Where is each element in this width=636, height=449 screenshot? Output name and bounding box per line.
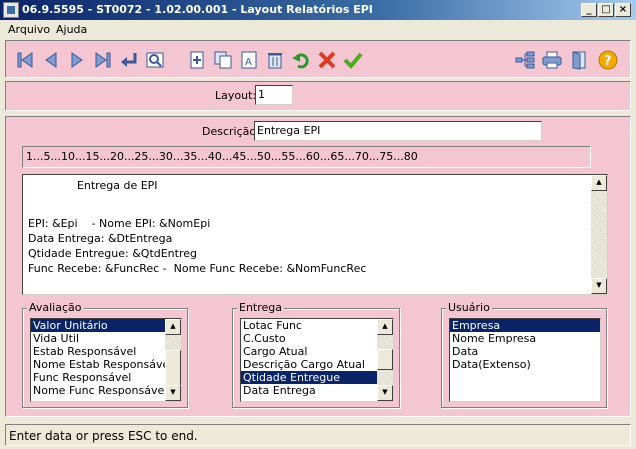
app-icon <box>3 2 19 18</box>
descricao-input[interactable]: Entrega EPI <box>254 121 542 141</box>
editor-line: EPI: &Epi - Nome EPI: &NomEpi <box>28 217 211 230</box>
scroll-down-icon[interactable]: ▼ <box>377 385 393 401</box>
scroll-up-icon[interactable]: ▲ <box>377 319 393 335</box>
list-item[interactable]: Valor Unitário <box>31 319 181 332</box>
editor-scrollbar[interactable]: ▲ ▼ <box>591 175 607 294</box>
entrega-group: Entrega Lotac Func C.Custo Cargo Atual D… <box>232 301 400 408</box>
scroll-down-icon[interactable]: ▼ <box>591 278 607 294</box>
usuario-title: Usuário <box>446 301 492 314</box>
avaliacao-listbox[interactable]: Valor Unitário Vida Util Estab Responsáv… <box>30 318 182 402</box>
preview-icon[interactable] <box>144 49 166 71</box>
cancel-x-icon[interactable] <box>316 49 338 71</box>
editor-line: Data Entrega: &DtEntrega <box>28 232 173 245</box>
list-item[interactable]: Nome Empresa <box>450 332 600 345</box>
print-icon[interactable] <box>541 49 563 71</box>
column-ruler: 1...5...10...15...20...25...30...35...40… <box>22 146 591 168</box>
copy-icon[interactable] <box>212 49 234 71</box>
layout-panel: Layout: 1 <box>5 81 631 111</box>
entrega-scrollbar[interactable]: ▲ ▼ <box>377 319 393 401</box>
window-title: 06.9.5595 - ST0072 - 1.02.00.001 - Layou… <box>22 3 373 16</box>
toolbar: A ? <box>5 40 631 78</box>
list-item[interactable]: C.Custo <box>241 332 393 345</box>
entrega-title: Entrega <box>237 301 285 314</box>
close-window-button[interactable]: × <box>615 3 631 17</box>
scroll-thumb[interactable] <box>165 350 181 388</box>
usuario-group: Usuário Empresa Nome Empresa Data Data(E… <box>441 301 607 408</box>
menu-arquivo[interactable]: Arquivo <box>8 23 50 36</box>
delete-trash-icon[interactable] <box>264 49 286 71</box>
scroll-thumb[interactable] <box>377 349 393 370</box>
new-record-icon[interactable] <box>186 49 208 71</box>
next-record-icon[interactable] <box>66 49 88 71</box>
confirm-check-icon[interactable] <box>342 49 364 71</box>
list-item[interactable]: Func Responsável <box>31 371 181 384</box>
layout-label: Layout: <box>215 89 257 102</box>
scroll-up-icon[interactable]: ▲ <box>165 319 181 335</box>
avaliacao-scrollbar[interactable]: ▲ ▼ <box>165 319 181 401</box>
edit-text-icon[interactable]: A <box>238 49 260 71</box>
list-item[interactable]: Lotac Func <box>241 319 393 332</box>
list-item[interactable]: Empresa <box>450 319 600 332</box>
list-item[interactable]: Nome Func Responsável <box>31 384 181 397</box>
title-bar: 06.9.5595 - ST0072 - 1.02.00.001 - Layou… <box>0 0 636 20</box>
layout-input[interactable]: 1 <box>255 85 293 105</box>
avaliacao-title: Avaliação <box>27 301 84 314</box>
undo-icon[interactable] <box>290 49 312 71</box>
previous-record-icon[interactable] <box>40 49 62 71</box>
maximize-button[interactable]: □ <box>598 3 614 17</box>
menu-bar: Arquivo Ajuda <box>0 20 636 39</box>
status-bar: Enter data or press ESC to end. <box>5 424 631 446</box>
tree-structure-icon[interactable] <box>514 49 536 71</box>
list-item[interactable]: Nome Estab Responsável <box>31 358 181 371</box>
list-item[interactable]: Vida Util <box>31 332 181 345</box>
usuario-listbox[interactable]: Empresa Nome Empresa Data Data(Extenso) <box>449 318 601 402</box>
list-item[interactable]: Cargo Atual <box>241 345 393 358</box>
svg-text:A: A <box>245 57 252 68</box>
enter-icon[interactable] <box>118 49 140 71</box>
list-item[interactable]: Descrição Cargo Atual <box>241 358 393 371</box>
list-item[interactable]: Data Entrega <box>241 384 393 397</box>
editor-line: Func Recebe: &FuncRec - Nome Func Recebe… <box>28 262 367 275</box>
list-item[interactable]: Estab Responsável <box>31 345 181 358</box>
scroll-up-icon[interactable]: ▲ <box>591 175 607 191</box>
editor-line: Qtidade Entregue: &QtdEntreg <box>28 247 198 260</box>
editor-line: Entrega de EPI <box>28 179 158 192</box>
exit-door-icon[interactable] <box>568 49 590 71</box>
last-record-icon[interactable] <box>92 49 114 71</box>
svg-text:?: ? <box>604 54 612 69</box>
status-text: Enter data or press ESC to end. <box>9 429 198 443</box>
menu-ajuda[interactable]: Ajuda <box>56 23 87 36</box>
first-record-icon[interactable] <box>14 49 36 71</box>
list-item[interactable]: Qtidade Entregue <box>241 371 393 384</box>
minimize-button[interactable]: _ <box>581 3 597 17</box>
list-item[interactable]: Data <box>450 345 600 358</box>
entrega-listbox[interactable]: Lotac Func C.Custo Cargo Atual Descrição… <box>240 318 394 402</box>
descricao-label: Descrição: <box>202 125 260 138</box>
help-icon[interactable]: ? <box>597 49 619 71</box>
scroll-down-icon[interactable]: ▼ <box>165 385 181 401</box>
layout-text-editor[interactable]: Entrega de EPI EPI: &Epi - Nome EPI: &No… <box>22 174 608 295</box>
list-item[interactable]: Data(Extenso) <box>450 358 600 371</box>
avaliacao-group: Avaliação Valor Unitário Vida Util Estab… <box>22 301 188 408</box>
